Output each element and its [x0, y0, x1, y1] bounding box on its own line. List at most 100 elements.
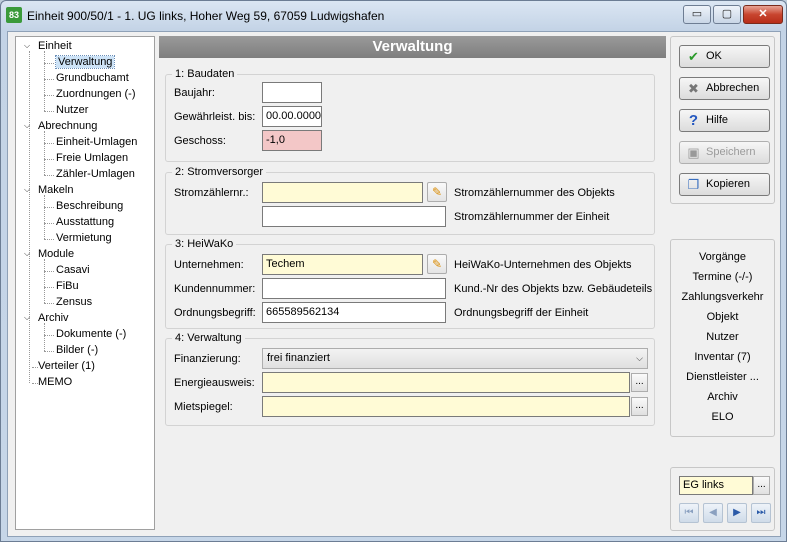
tree-item-label: Vermietung [56, 232, 112, 244]
ordnungsbegriff-desc: Ordnungsbegriff der Einheit [454, 307, 589, 319]
next-record-icon[interactable]: ▶ [727, 503, 747, 523]
tree-item-label: Verteiler (1) [38, 360, 95, 372]
tree-item-zensus[interactable]: Zensus [44, 295, 93, 311]
tree-item-label: Beschreibung [56, 200, 124, 212]
tree-connector-line [44, 259, 45, 303]
group-heiwako: 3: HeiWaKo Unternehmen: Techem ✎ HeiWaKo… [165, 238, 655, 329]
tree-item-verteiler-1[interactable]: Verteiler (1) [32, 359, 95, 375]
tree-item-label: Archiv [38, 312, 69, 324]
ordnungsbegriff-label: Ordnungsbegriff: [174, 307, 256, 319]
tree-item-label: Dokumente (-) [56, 328, 127, 340]
tree-item-ausstattung[interactable]: Ausstattung [44, 215, 115, 231]
maximize-button[interactable]: ▢ [713, 5, 741, 24]
tree-item-label: Freie Umlagen [56, 152, 129, 164]
group-stromversorger: 2: Stromversorger Stromzählernr.: ✎ Stro… [165, 166, 655, 235]
tree-item-fibu[interactable]: FiBu [44, 279, 79, 295]
tree-connector [44, 63, 54, 64]
link-archiv[interactable]: Archiv [671, 389, 774, 405]
tree-item-label: Nutzer [56, 104, 89, 116]
stromzaehler-einheit-input[interactable] [262, 206, 446, 227]
tree-item-grundbuchamt[interactable]: Grundbuchamt [44, 71, 129, 87]
navigation-tree: ⌵ Einheit Verwaltung Grundbuchamt Zuordnunge… [15, 36, 155, 530]
tree-item-vermietung[interactable]: Vermietung [44, 231, 112, 247]
group-verwaltung-legend: 4: Verwaltung [172, 332, 245, 344]
tree-item-abrechnung[interactable]: ⌵ Abrechnung [24, 119, 98, 135]
client-area: ⌵ Einheit Verwaltung Grundbuchamt Zuordnunge… [7, 31, 781, 537]
first-record-icon[interactable]: ⏮ [679, 503, 699, 523]
tree-item-label: MEMO [38, 376, 73, 388]
kopieren-button[interactable]: ❐ Kopieren [679, 173, 770, 196]
record-navigator: EG links ... ⏮ ◀ ▶ ⏭ [670, 467, 775, 531]
speichern-button[interactable]: ▣ Speichern [679, 141, 770, 164]
gewaehrleistung-label: Gewährleist. bis: [174, 111, 256, 123]
tree-item-beschreibung[interactable]: Beschreibung [44, 199, 124, 215]
link-vorgänge[interactable]: Vorgänge [671, 249, 774, 265]
stromzaehler-einheit-desc: Stromzählernummer der Einheit [454, 211, 610, 223]
tree-connector [44, 143, 54, 144]
action-buttons-panel: ✔ OK ✖ Abbrechen ? Hilfe ▣ Speichern ❐ K… [670, 36, 775, 204]
tree-item-label: Casavi [56, 264, 90, 276]
tree-item-zuordnungen[interactable]: Zuordnungen (-) [44, 87, 136, 103]
energieausweis-label: Energieausweis: [174, 377, 255, 389]
baujahr-input[interactable] [262, 82, 322, 103]
last-record-icon[interactable]: ⏭ [751, 503, 771, 523]
unternehmen-desc: HeiWaKo-Unternehmen des Objekts [454, 259, 632, 271]
geschoss-label: Geschoss: [174, 135, 226, 147]
tree-item-label: Zensus [56, 296, 93, 308]
link-dienstleister[interactable]: Dienstleister ... [671, 369, 774, 385]
mietspiegel-input[interactable] [262, 396, 630, 417]
link-nutzer[interactable]: Nutzer [671, 329, 774, 345]
tree-item-verwaltung[interactable]: Verwaltung [44, 55, 116, 71]
tree-item-label: Abrechnung [38, 120, 98, 132]
stromzaehler-label: Stromzählernr.: [174, 187, 249, 199]
speichern-label: Speichern [706, 146, 756, 158]
prev-record-icon[interactable]: ◀ [703, 503, 723, 523]
tree-item-bilder[interactable]: Bilder (-) [44, 343, 98, 359]
tree-item-zähler-umlagen[interactable]: Zähler-Umlagen [44, 167, 135, 183]
unternehmen-input[interactable]: Techem [262, 254, 423, 275]
tree-item-nutzer[interactable]: Nutzer [44, 103, 89, 119]
minimize-button[interactable]: ▭ [683, 5, 711, 24]
record-browse-button[interactable]: ... [753, 476, 770, 495]
expand-chevron-icon[interactable]: ⌵ [24, 41, 34, 51]
energieausweis-input[interactable] [262, 372, 630, 393]
hilfe-button[interactable]: ? Hilfe [679, 109, 770, 132]
copy-icon: ❐ [687, 177, 700, 192]
link-zahlungsverkehr[interactable]: Zahlungsverkehr [671, 289, 774, 305]
stromzaehler-objekt-input[interactable] [262, 182, 423, 203]
tree-item-label: Ausstattung [56, 216, 115, 228]
tree-connector [44, 303, 54, 304]
edit-pencil-icon[interactable]: ✎ [427, 182, 447, 202]
tree-connector [44, 271, 54, 272]
ok-button[interactable]: ✔ OK [679, 45, 770, 68]
close-button[interactable]: ✕ [743, 5, 783, 24]
tree-item-einheit-umlagen[interactable]: Einheit-Umlagen [44, 135, 137, 151]
energieausweis-browse-button[interactable]: ... [631, 373, 648, 392]
tree-connector [44, 159, 54, 160]
window-title: Einheit 900/50/1 - 1. UG links, Hoher We… [27, 9, 385, 23]
link-inventar-7[interactable]: Inventar (7) [671, 349, 774, 365]
current-record-field[interactable]: EG links [679, 476, 753, 495]
tree-item-casavi[interactable]: Casavi [44, 263, 90, 279]
tree-item-archiv[interactable]: ⌵ Archiv [24, 311, 69, 327]
tree-item-memo[interactable]: MEMO [32, 375, 73, 391]
abbrechen-button[interactable]: ✖ Abbrechen [679, 77, 770, 100]
link-elo[interactable]: ELO [671, 409, 774, 425]
finanzierung-select[interactable]: frei finanziert ⌵ [262, 348, 648, 369]
link-objekt[interactable]: Objekt [671, 309, 774, 325]
tree-item-freie-umlagen[interactable]: Freie Umlagen [44, 151, 129, 167]
geschoss-input[interactable]: -1,0 [262, 130, 322, 151]
hilfe-label: Hilfe [706, 114, 729, 126]
mietspiegel-browse-button[interactable]: ... [631, 397, 648, 416]
edit-pencil-icon[interactable]: ✎ [427, 254, 447, 274]
tree-item-dokumente[interactable]: Dokumente (-) [44, 327, 127, 343]
link-termine[interactable]: Termine (-/-) [671, 269, 774, 285]
ordnungsbegriff-input[interactable]: 665589562134 [262, 302, 446, 323]
tree-connector [44, 223, 54, 224]
tree-connector-line [44, 195, 45, 239]
title-bar[interactable]: 83 Einheit 900/50/1 - 1. UG links, Hoher… [1, 1, 786, 31]
floppy-disk-icon: ▣ [687, 145, 700, 160]
gewaehrleistung-input[interactable]: 00.00.0000 [262, 106, 322, 127]
tree-connector [32, 367, 38, 368]
kundennummer-input[interactable] [262, 278, 446, 299]
